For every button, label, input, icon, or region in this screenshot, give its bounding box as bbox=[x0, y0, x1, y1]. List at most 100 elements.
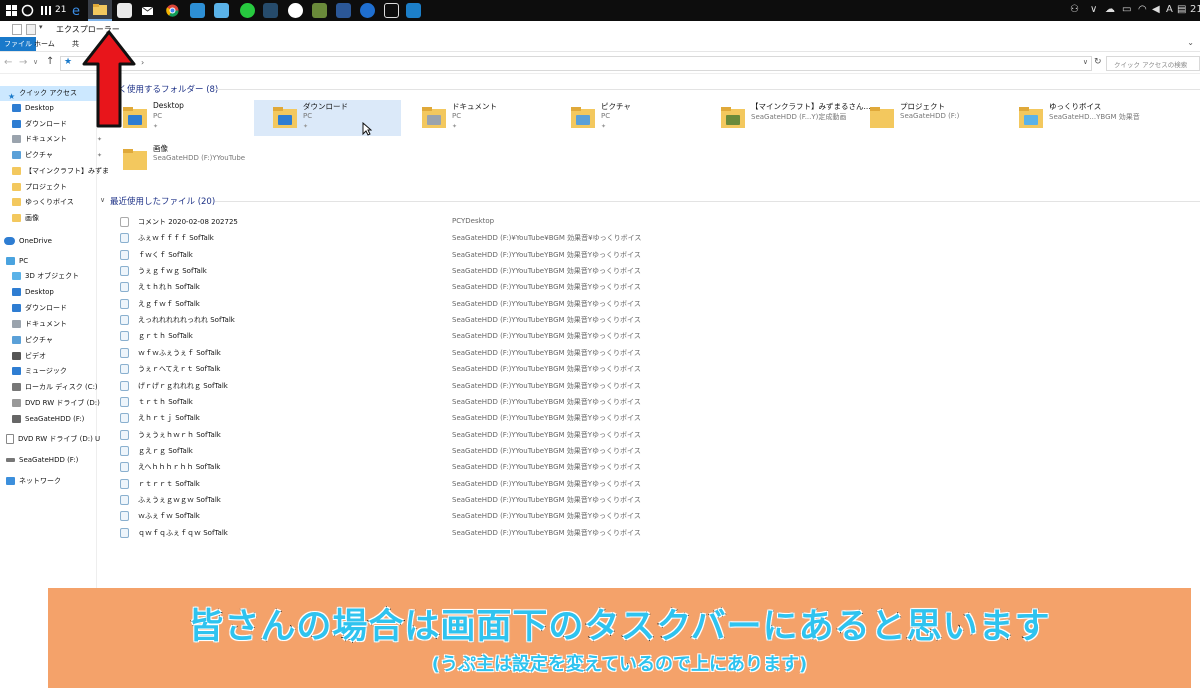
volume-icon[interactable]: ◀ bbox=[1152, 4, 1160, 15]
clock-badge-icon[interactable]: 21 bbox=[55, 3, 70, 18]
recent-files-title[interactable]: 最近使用したファイル (20) bbox=[110, 195, 215, 207]
recent-file-row[interactable]: ｑｗｆｑふぇｆｑｗ SofTalk SeaGateHDD (F:)YYouTube… bbox=[120, 525, 720, 541]
edge-browser-icon[interactable]: e bbox=[70, 3, 85, 19]
recent-file-row[interactable]: ｇえｒｇ SofTalk SeaGateHDD (F:)YYouTubeYBGM … bbox=[120, 443, 720, 459]
recent-file-row[interactable]: ｇｒｔｈ SofTalk SeaGateHDD (F:)YYouTubeYBGM … bbox=[120, 328, 720, 344]
up-icon[interactable]: ↑ bbox=[46, 56, 54, 67]
nav-pc-item[interactable]: ピクチャ bbox=[0, 333, 108, 348]
nav-network[interactable]: ネットワーク bbox=[0, 474, 102, 489]
battery-icon[interactable]: ▭ bbox=[1122, 4, 1131, 15]
chevron-up-icon[interactable]: ∨ bbox=[1090, 4, 1097, 15]
recent-file-row[interactable]: ｗふぇｆｗ SofTalk SeaGateHDD (F:)YYouTubeYBGM… bbox=[120, 508, 720, 524]
recent-file-row[interactable]: えｈｒｔｊ SofTalk SeaGateHDD (F:)YYouTubeYBGM… bbox=[120, 410, 720, 426]
app-blue-circle-icon[interactable] bbox=[360, 3, 375, 18]
store-icon[interactable] bbox=[117, 3, 132, 18]
nav-pc-item[interactable]: Desktop bbox=[0, 285, 108, 300]
recent-file-row[interactable]: げｒげｒｇれれれｇ SofTalk SeaGateHDD (F:)YYouTube… bbox=[120, 378, 720, 394]
app-green-circle-icon[interactable] bbox=[240, 3, 255, 18]
chrome-icon[interactable] bbox=[165, 3, 180, 18]
app-image-icon[interactable] bbox=[214, 3, 229, 18]
nav-pc-item[interactable]: ローカル ディスク (C:) bbox=[0, 380, 108, 395]
nav-pc-item[interactable]: 3D オブジェクト bbox=[0, 269, 108, 284]
folder-tile[interactable]: 画像 SeaGateHDD (F:)YYouTube bbox=[122, 142, 269, 178]
qat-dropdown-icon[interactable]: ▾ bbox=[39, 23, 43, 31]
app-screen-icon[interactable] bbox=[406, 3, 421, 18]
mail-icon[interactable] bbox=[140, 3, 155, 18]
recent-file-row[interactable]: うぇうぇｈｗｒｈ SofTalk SeaGateHDD (F:)YYouTubeY… bbox=[120, 427, 720, 443]
itunes-icon[interactable] bbox=[288, 3, 303, 18]
forward-icon[interactable]: → bbox=[19, 57, 27, 68]
nav-quick-item[interactable]: 【マインクラフト】みずま bbox=[0, 164, 108, 179]
address-chevron[interactable]: › bbox=[141, 58, 144, 67]
nav-onedrive[interactable]: OneDrive bbox=[0, 234, 100, 249]
task-view-icon[interactable] bbox=[38, 3, 53, 18]
recent-file-row[interactable]: ｆｗくｆ SofTalk SeaGateHDD (F:)YYouTubeYBGM … bbox=[120, 247, 720, 263]
nav-quick-item[interactable]: ドキュメント ✦ bbox=[0, 132, 108, 147]
nav-pc-item[interactable]: ビデオ bbox=[0, 349, 108, 364]
address-dropdown-icon[interactable]: ∨ bbox=[1083, 58, 1088, 66]
svg-text:e: e bbox=[72, 4, 80, 18]
minecraft-icon[interactable] bbox=[312, 3, 327, 18]
recent-file-row[interactable]: ふぇｗｆｆｆｆ SofTalk SeaGateHDD (F:)¥YouTube¥B… bbox=[120, 230, 720, 246]
recent-file-row[interactable]: ｒｔｒｒｔ SofTalk SeaGateHDD (F:)YYouTubeYBGM… bbox=[120, 476, 720, 492]
back-icon[interactable]: ← bbox=[4, 57, 12, 68]
action-center-icon[interactable]: ▤ bbox=[1177, 4, 1186, 15]
address-bar[interactable]: ★ › ∨ bbox=[60, 56, 1092, 71]
app-blue-icon[interactable] bbox=[190, 3, 205, 18]
recent-file-row[interactable]: えへｈｈｈｒｈｈ SofTalk SeaGateHDD (F:)YYouTubeY… bbox=[120, 459, 720, 475]
qat-save-icon[interactable] bbox=[12, 24, 22, 35]
tab-home[interactable]: ホーム bbox=[30, 37, 59, 51]
folder-tile[interactable]: ゆっくりボイス SeaGateHD...YBGM 効果音 bbox=[1018, 100, 1165, 136]
recent-file-path: SeaGateHDD (F:)YYouTubeYBGM 効果音Yゆっくりボイス bbox=[452, 528, 641, 537]
nav-pc-item[interactable]: DVD RW ドライブ (D:) bbox=[0, 396, 108, 411]
explorer-taskbar-active[interactable] bbox=[88, 0, 112, 21]
folder-tile-name: ダウンロード bbox=[303, 102, 348, 111]
recent-collapse-icon[interactable]: ∨ bbox=[100, 196, 105, 204]
nav-quick-item[interactable]: ゆっくりボイス bbox=[0, 195, 108, 210]
cloud-icon[interactable]: ☁ bbox=[1105, 4, 1115, 15]
app-monitor-icon[interactable] bbox=[336, 3, 351, 18]
nav-pc-item-label: ピクチャ bbox=[25, 335, 53, 344]
recent-file-row[interactable]: えｇｆｗｆ SofTalk SeaGateHDD (F:)YYouTubeYBGM… bbox=[120, 296, 720, 312]
recent-file-row[interactable]: うぇｒへてえｒｔ SofTalk SeaGateHDD (F:)YYouTubeY… bbox=[120, 361, 720, 377]
recent-file-row[interactable]: えっれれれれれっれれ SofTalk SeaGateHDD (F:)YYouTub… bbox=[120, 312, 720, 328]
nav-quick-item[interactable]: プロジェクト bbox=[0, 180, 108, 195]
recent-file-row[interactable]: ふぇうぇｇｗｇｗ SofTalk SeaGateHDD (F:)YYouTubeY… bbox=[120, 492, 720, 508]
recent-file-row[interactable]: えｔｈれｈ SofTalk SeaGateHDD (F:)YYouTubeYBGM… bbox=[120, 279, 720, 295]
documents-folder-icon bbox=[12, 319, 21, 328]
app-dark-icon[interactable] bbox=[263, 3, 278, 18]
folder-tile[interactable]: ドキュメント PC ✦ bbox=[421, 100, 568, 136]
nav-quick-item[interactable]: 画像 bbox=[0, 211, 108, 226]
app-capture-icon[interactable] bbox=[384, 3, 399, 18]
clock[interactable]: 21 bbox=[1190, 4, 1200, 15]
windows-start-icon[interactable] bbox=[4, 3, 19, 18]
nav-pc-item-label: DVD RW ドライブ (D:) bbox=[25, 399, 100, 408]
qat-properties-icon[interactable] bbox=[26, 24, 36, 35]
nav-pc[interactable]: PC bbox=[0, 254, 102, 269]
ime-indicator[interactable]: A bbox=[1166, 4, 1173, 15]
folder-tile[interactable]: ピクチャ PC ✦ bbox=[570, 100, 717, 136]
recent-file-row[interactable]: コメント 2020-02-08 202725 PCYDesktop bbox=[120, 214, 720, 230]
nav-pc-item[interactable]: SeaGateHDD (F:) bbox=[0, 412, 108, 427]
nav-pc-item[interactable]: ドキュメント bbox=[0, 317, 108, 332]
nav-pc-item[interactable]: ダウンロード bbox=[0, 301, 108, 316]
recent-dropdown-icon[interactable]: ∨ bbox=[33, 58, 38, 66]
people-icon[interactable]: ⚇ bbox=[1070, 4, 1079, 15]
search-input[interactable]: クイック アクセスの検索 bbox=[1114, 59, 1187, 69]
folder-tile[interactable]: Desktop PC ✦ bbox=[122, 100, 269, 136]
nav-pc-item[interactable]: ミュージック bbox=[0, 364, 108, 379]
nav-quick-item[interactable]: ピクチャ ✦ bbox=[0, 148, 108, 163]
folder-tile[interactable]: ダウンロード PC ✦ bbox=[254, 100, 401, 136]
nav-dvd-drive[interactable]: DVD RW ドライブ (D:) U bbox=[0, 432, 102, 447]
search-circle-icon[interactable] bbox=[20, 3, 35, 18]
recent-file-row[interactable]: ｗｆｗふぇうぇｆ SofTalk SeaGateHDD (F:)YYouTubeY… bbox=[120, 345, 720, 361]
refresh-icon[interactable]: ↻ bbox=[1094, 57, 1102, 67]
recent-file-row[interactable]: うぇｇｆｗｇ SofTalk SeaGateHDD (F:)YYouTubeYBG… bbox=[120, 263, 720, 279]
wifi-icon[interactable]: ◠ bbox=[1138, 4, 1147, 15]
ribbon-expand-icon[interactable]: ⌄ bbox=[1187, 38, 1194, 47]
recent-file-row[interactable]: ｔｒｔｈ SofTalk SeaGateHDD (F:)YYouTubeYBGM … bbox=[120, 394, 720, 410]
nav-seagate-drive[interactable]: SeaGateHDD (F:) bbox=[0, 453, 102, 468]
search-box[interactable]: クイック アクセスの検索 bbox=[1106, 56, 1200, 71]
folder-tile[interactable]: 【マインクラフト】みずまるさん... SeaGateHDD (F...Y)定成動画 bbox=[720, 100, 871, 136]
folder-tile[interactable]: プロジェクト SeaGateHDD (F:) bbox=[869, 100, 1016, 136]
